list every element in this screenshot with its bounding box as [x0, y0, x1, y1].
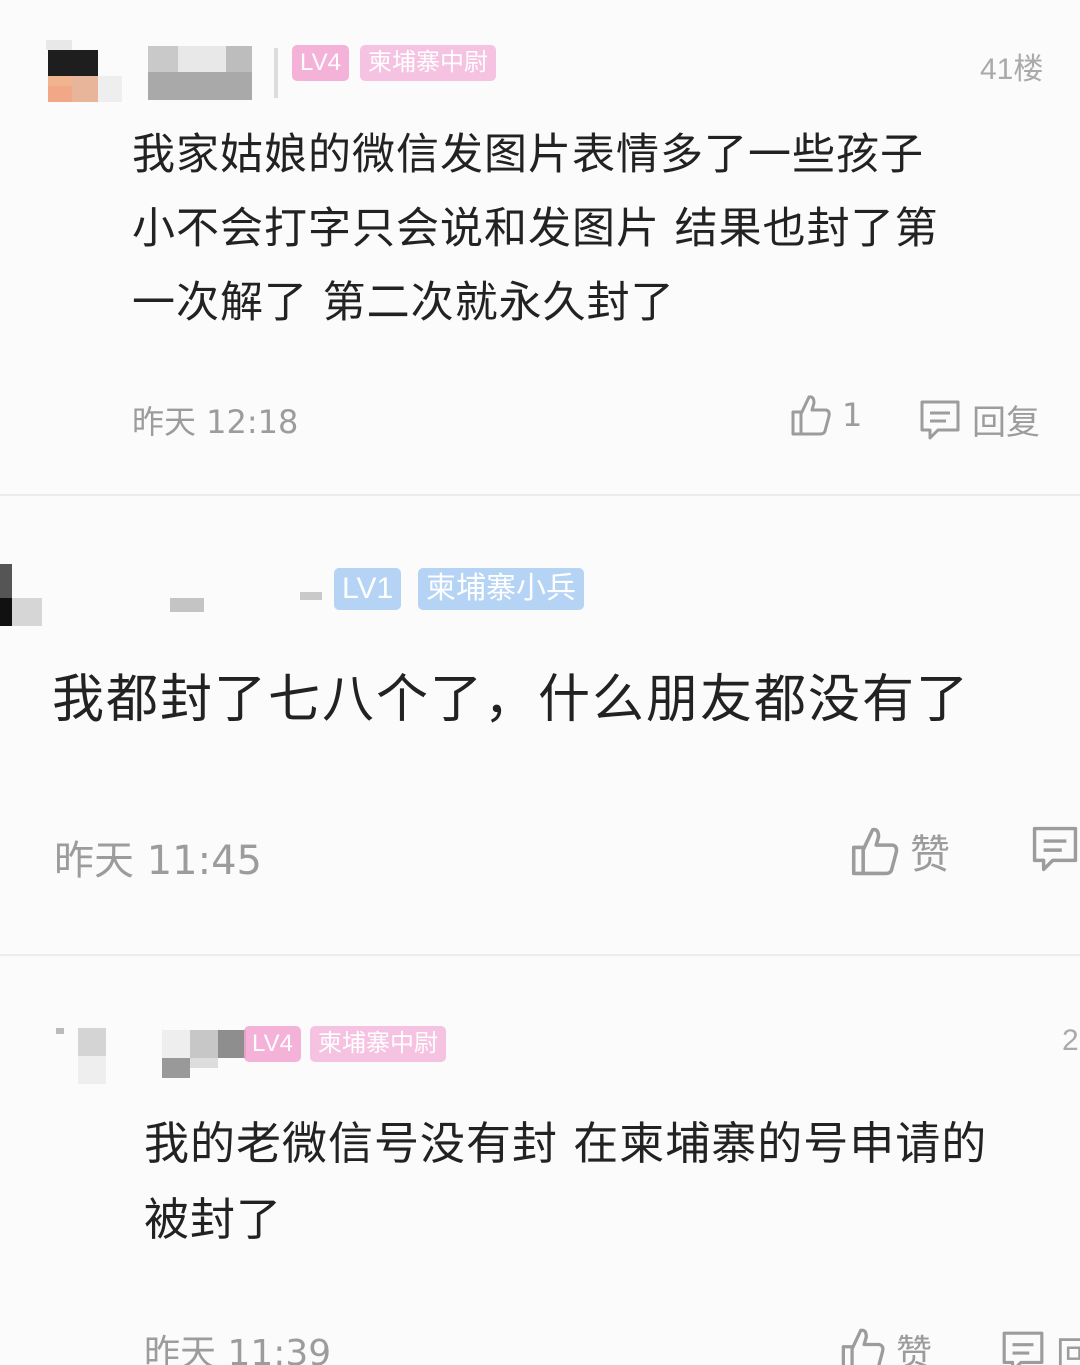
timestamp: 昨天 12:18 — [132, 403, 299, 441]
like-count: 1 — [842, 396, 863, 434]
reply-button[interactable]: 回 — [1000, 1326, 1080, 1365]
comment-bubble-icon — [1002, 1331, 1044, 1365]
like-label: 赞 — [910, 832, 950, 878]
title-badge: 柬埔寨小兵 — [418, 568, 584, 610]
comment-text: 我的老微信号没有封 在柬埔寨的号申请的 被封了 — [144, 1106, 1080, 1258]
thumbs-up-icon — [851, 827, 899, 876]
level-badge: LV1 — [334, 568, 402, 610]
comment-text-line: 一次解了 第二次就永久封了 — [132, 278, 675, 328]
comment-item: LV4 柬埔寨中尉 41楼 我家姑娘的微信发图片表情多了一些孩子 小不会打字只会… — [0, 0, 1080, 494]
comment-text-line: 我都封了七八个了，什么朋友都没有了 — [52, 670, 971, 730]
reply-button[interactable] — [1030, 824, 1080, 874]
title-badge: 柬埔寨中尉 — [310, 1026, 446, 1062]
comment-text-line: 我家姑娘的微信发图片表情多了一些孩子 — [132, 130, 924, 180]
floor-number: 2 — [1062, 1024, 1079, 1057]
comment-item: LV1 柬埔寨小兵 我都封了七八个了，什么朋友都没有了 昨天 11:45 赞 — [0, 496, 1080, 954]
level-badge: LV4 — [244, 1026, 301, 1062]
username[interactable] — [148, 46, 278, 102]
avatar[interactable] — [0, 564, 46, 630]
thumbs-up-icon — [791, 395, 831, 436]
comment-text: 我家姑娘的微信发图片表情多了一些孩子 小不会打字只会说和发图片 结果也封了第 一… — [132, 118, 1012, 340]
comment-text: 我都封了七八个了，什么朋友都没有了 — [52, 662, 1072, 738]
like-button[interactable]: 1 — [790, 393, 862, 437]
timestamp: 昨天 11:39 — [144, 1333, 332, 1365]
reply-label: 回 — [1056, 1335, 1080, 1365]
level-badge: LV4 — [292, 45, 349, 81]
comment-text-line: 小不会打字只会说和发图片 结果也封了第 — [132, 204, 939, 254]
comment-item: LV4 柬埔寨中尉 2 我的老微信号没有封 在柬埔寨的号申请的 被封了 昨天 1… — [0, 956, 1080, 1365]
avatar[interactable] — [46, 40, 126, 102]
reply-button[interactable]: 回复 — [918, 395, 1040, 444]
like-label: 赞 — [896, 1333, 933, 1365]
avatar[interactable] — [56, 1024, 112, 1086]
title-badge: 柬埔寨中尉 — [360, 45, 496, 81]
like-button[interactable]: 赞 — [850, 822, 950, 880]
thumbs-up-icon — [841, 1328, 885, 1365]
timestamp: 昨天 11:45 — [54, 838, 262, 884]
username[interactable] — [170, 584, 330, 614]
comment-bubble-icon — [1032, 826, 1078, 872]
reply-label: 回复 — [972, 403, 1040, 443]
floor-number: 41楼 — [980, 53, 1044, 86]
comment-bubble-icon — [920, 400, 960, 439]
comment-text-line: 被封了 — [144, 1193, 283, 1246]
comment-text-line: 我的老微信号没有封 在柬埔寨的号申请的 — [144, 1117, 988, 1170]
like-button[interactable]: 赞 — [840, 1324, 932, 1365]
